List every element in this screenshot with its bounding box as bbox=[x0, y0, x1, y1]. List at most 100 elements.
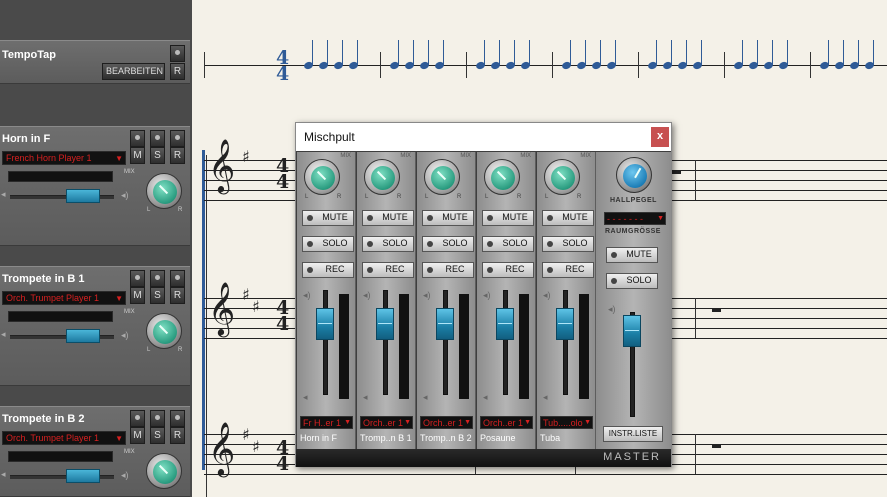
pan-r-label: R bbox=[178, 347, 183, 353]
rec-button[interactable]: REC bbox=[542, 262, 594, 278]
rec-button[interactable]: REC bbox=[362, 262, 414, 278]
mute-button[interactable]: MUTE bbox=[302, 210, 354, 226]
solo-button[interactable]: S bbox=[150, 427, 165, 444]
pan-knob[interactable] bbox=[542, 157, 582, 197]
pan-l-label: L bbox=[147, 347, 151, 353]
fader-handle[interactable] bbox=[556, 308, 574, 340]
record-button[interactable]: R bbox=[170, 427, 185, 444]
record-button[interactable]: R bbox=[170, 147, 185, 164]
solo-button[interactable]: SOLO bbox=[302, 236, 354, 252]
m-led-button[interactable] bbox=[130, 130, 145, 147]
volume-slider-handle[interactable] bbox=[66, 469, 100, 483]
mute-button[interactable]: M bbox=[130, 427, 145, 444]
record-button[interactable]: R bbox=[170, 287, 185, 304]
fader-track[interactable] bbox=[323, 290, 328, 395]
r-led-button[interactable] bbox=[170, 130, 185, 147]
barline bbox=[695, 160, 696, 200]
master-mute-button[interactable]: MUTE bbox=[606, 247, 658, 263]
speaker-icon: ◂) bbox=[543, 290, 551, 300]
solo-button[interactable]: S bbox=[150, 287, 165, 304]
instrument-select[interactable]: Orch..er 1 ▼ bbox=[360, 416, 413, 429]
fader-track[interactable] bbox=[503, 290, 508, 395]
solo-button[interactable]: SOLO bbox=[362, 236, 414, 252]
pan-knob[interactable] bbox=[302, 157, 342, 197]
note-stem bbox=[742, 40, 743, 65]
volume-low-icon: ◂ bbox=[1, 189, 6, 199]
r-led-button[interactable] bbox=[170, 410, 185, 427]
pan-knob[interactable] bbox=[482, 157, 522, 197]
note-stem bbox=[787, 40, 788, 65]
instrument-select[interactable]: Orch..er 1 ▼ bbox=[420, 416, 473, 429]
s-led-button[interactable] bbox=[150, 130, 165, 147]
mute-button[interactable]: M bbox=[130, 287, 145, 304]
level-meter bbox=[8, 451, 113, 462]
mute-button[interactable]: MUTE bbox=[362, 210, 414, 226]
rec-button[interactable]: REC bbox=[302, 262, 354, 278]
pan-knob[interactable] bbox=[362, 157, 402, 197]
note-stem bbox=[327, 40, 328, 65]
s-led-button[interactable] bbox=[150, 270, 165, 287]
hallpegel-knob[interactable] bbox=[614, 155, 654, 195]
track-name: Trompete in B 2 bbox=[2, 413, 85, 425]
speaker-low-icon: ◂ bbox=[543, 392, 548, 402]
tempo-r-button[interactable]: R bbox=[170, 63, 185, 80]
volume-slider-handle[interactable] bbox=[66, 329, 100, 343]
speaker-icon: ◂) bbox=[303, 290, 311, 300]
instrument-select-value: Orch..er 1 bbox=[483, 418, 524, 428]
mixer-window: Mischpult x MIX L R MUTE SOLO REC ◂) ◂ F… bbox=[295, 122, 672, 467]
solo-button[interactable]: SOLO bbox=[542, 236, 594, 252]
pan-knob[interactable] bbox=[422, 157, 462, 197]
master-fader-handle[interactable] bbox=[623, 315, 641, 347]
s-led-button[interactable] bbox=[150, 410, 165, 427]
r-led-button[interactable] bbox=[170, 270, 185, 287]
instrument-select-value: Fr H..er 1 bbox=[303, 418, 342, 428]
tempo-led-button[interactable] bbox=[170, 45, 185, 62]
channel-name: Posaune bbox=[480, 433, 516, 443]
rec-button[interactable]: REC bbox=[482, 262, 534, 278]
m-led-button[interactable] bbox=[130, 410, 145, 427]
mute-button[interactable]: MUTE bbox=[422, 210, 474, 226]
instrument-select[interactable]: Orch..er 1 ▼ bbox=[480, 416, 533, 429]
volume-slider-handle[interactable] bbox=[66, 189, 100, 203]
fader-track[interactable] bbox=[383, 290, 388, 395]
speaker-icon: ◂) bbox=[121, 470, 129, 480]
instrument-select[interactable]: French Horn Player 1 ▼ bbox=[2, 151, 126, 165]
tempo-edit-button[interactable]: BEARBEITEN bbox=[102, 63, 165, 80]
instrument-select[interactable]: Fr H..er 1 ▼ bbox=[300, 416, 353, 429]
pan-knob[interactable] bbox=[144, 311, 184, 351]
fader-handle[interactable] bbox=[436, 308, 454, 340]
time-signature: 44 bbox=[276, 47, 290, 85]
key-signature-sharp: ♯ bbox=[252, 297, 260, 316]
led-icon bbox=[611, 278, 617, 284]
close-button[interactable]: x bbox=[651, 127, 669, 147]
solo-button[interactable]: S bbox=[150, 147, 165, 164]
rec-button[interactable]: REC bbox=[422, 262, 474, 278]
instr-liste-button[interactable]: INSTR.LISTE bbox=[603, 426, 663, 442]
fader-track[interactable] bbox=[563, 290, 568, 395]
note-stem bbox=[428, 40, 429, 65]
note-stem bbox=[342, 40, 343, 65]
pan-knob[interactable] bbox=[144, 451, 184, 491]
m-led-button[interactable] bbox=[130, 270, 145, 287]
room-size-select[interactable]: - - - - - - - ▼ bbox=[604, 212, 666, 225]
fader-handle[interactable] bbox=[376, 308, 394, 340]
instrument-select[interactable]: Orch. Trumpet Player 1 ▼ bbox=[2, 291, 126, 305]
mixer-titlebar[interactable]: Mischpult x bbox=[296, 123, 671, 151]
mute-button[interactable]: MUTE bbox=[542, 210, 594, 226]
level-meter bbox=[8, 311, 113, 322]
solo-button[interactable]: SOLO bbox=[422, 236, 474, 252]
channel-name: Tromp..n B 1 bbox=[360, 433, 412, 443]
master-solo-button[interactable]: SOLO bbox=[606, 273, 658, 289]
fader-handle[interactable] bbox=[316, 308, 334, 340]
fader-track[interactable] bbox=[443, 290, 448, 395]
instrument-select[interactable]: Tub.....olo ▼ bbox=[540, 416, 593, 429]
instrument-select[interactable]: Orch. Trumpet Player 1 ▼ bbox=[2, 431, 126, 445]
pan-knob[interactable] bbox=[144, 171, 184, 211]
level-meter bbox=[8, 171, 113, 182]
mute-button[interactable]: MUTE bbox=[482, 210, 534, 226]
fader-handle[interactable] bbox=[496, 308, 514, 340]
solo-button[interactable]: SOLO bbox=[482, 236, 534, 252]
mute-button[interactable]: M bbox=[130, 147, 145, 164]
barline bbox=[204, 52, 205, 78]
pan-r-label: R bbox=[178, 207, 183, 213]
